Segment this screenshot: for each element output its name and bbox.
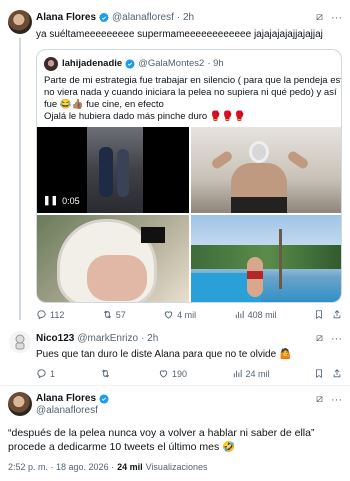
share-group xyxy=(314,309,342,320)
retweet-icon xyxy=(101,369,109,378)
verified-icon xyxy=(99,394,109,404)
quote-text: Parte de mi estrategia fue trabajar en s… xyxy=(44,75,342,123)
media-photo-gym[interactable] xyxy=(191,127,341,213)
reply-button[interactable]: 1 xyxy=(36,368,55,379)
like-button[interactable]: 4 mil xyxy=(163,309,196,320)
retweet-count: 57 xyxy=(115,309,126,320)
tweet-header: Alana Flores @alanafloresf · 2h xyxy=(36,12,194,23)
more-icon[interactable]: ··· xyxy=(331,394,342,406)
media-video[interactable]: ❚❚ 0:05 xyxy=(37,127,189,213)
heart-icon xyxy=(164,311,173,319)
avatar[interactable] xyxy=(9,331,31,353)
tweet-text: ya suéltameeeeeeeee supermameeeeeeeeeeee… xyxy=(36,29,323,40)
views-count: 24 mil xyxy=(117,462,143,472)
tweet-text-line: procede a dedicarme 10 tweets el último … xyxy=(8,441,236,453)
tweet-actions: 1 190 24 mil xyxy=(36,368,342,379)
media-photo-pool[interactable] xyxy=(191,215,341,302)
tweet-text: Pues que tan duro le diste Alana para qu… xyxy=(36,349,292,360)
reply-button[interactable]: 112 xyxy=(36,309,64,320)
header-actions: ⧄ ··· xyxy=(316,393,342,406)
tweet-time[interactable]: · 2h xyxy=(177,12,194,23)
verified-icon xyxy=(99,12,109,22)
like-button[interactable]: 190 xyxy=(158,368,187,379)
quote-text-line: fue 😂👍🏽 fue cine, en efecto xyxy=(44,99,164,110)
bookmark-icon[interactable] xyxy=(314,368,324,379)
quoted-tweet[interactable]: lahijadenadie @GalaMontes2 · 9h Parte de… xyxy=(36,49,342,303)
author-name[interactable]: Nico123 xyxy=(36,333,74,344)
more-icon[interactable]: ··· xyxy=(331,333,342,345)
divider xyxy=(0,385,350,386)
reply-icon xyxy=(37,310,46,320)
retweet-button[interactable]: 57 xyxy=(102,309,126,320)
reply-icon xyxy=(37,369,46,379)
author-name[interactable]: Alana Flores xyxy=(36,12,96,23)
views-label: Visualizaciones xyxy=(145,462,208,472)
tweet-time[interactable]: · 2h xyxy=(141,333,158,344)
avatar[interactable] xyxy=(8,392,32,416)
share-icon[interactable] xyxy=(332,368,342,379)
like-count: 4 mil xyxy=(177,309,197,320)
timestamp[interactable]: 2:52 p. m. · 18 ago. 2026 · xyxy=(8,462,114,472)
tweet-text-line: “después de la pelea nunca voy a volver … xyxy=(8,427,315,439)
quote-avatar[interactable] xyxy=(44,57,58,71)
author-handle[interactable]: @alanafloresf xyxy=(112,12,174,23)
retweet-icon xyxy=(103,310,111,319)
video-time: 0:05 xyxy=(62,195,80,206)
share-icon[interactable] xyxy=(332,309,342,320)
tweet-text: “después de la pelea nunca voy a volver … xyxy=(8,426,314,454)
views-button[interactable]: 24 mil xyxy=(232,368,270,379)
quote-text-line: Parte de mi estrategia fue trabajar en s… xyxy=(44,75,342,86)
header-actions: ⧄ ··· xyxy=(316,332,342,345)
grok-icon[interactable]: ⧄ xyxy=(316,393,323,406)
quote-author-handle: @GalaMontes2 xyxy=(138,58,205,69)
views-icon xyxy=(235,310,244,319)
reply-count: 1 xyxy=(50,368,56,379)
view-count: 408 mil xyxy=(247,309,277,320)
tweet-header: Nico123 @markEnrizo · 2h xyxy=(36,333,158,344)
grok-icon[interactable]: ⧄ xyxy=(316,332,323,345)
grok-icon[interactable]: ⧄ xyxy=(316,11,323,24)
view-count: 24 mil xyxy=(245,368,270,379)
quote-header: lahijadenadie @GalaMontes2 · 9h xyxy=(62,58,224,69)
thread-line xyxy=(19,38,21,320)
author-handle[interactable]: @markEnrizo xyxy=(77,333,138,344)
retweet-button[interactable] xyxy=(100,368,114,379)
quote-text-line: no viera nada y cuando iniciara la pelea… xyxy=(44,87,337,98)
more-icon[interactable]: ··· xyxy=(331,12,342,24)
quote-time: · 9h xyxy=(207,58,224,69)
video-controls: ❚❚ 0:05 xyxy=(43,195,80,206)
heart-icon xyxy=(159,370,168,378)
quote-author-name: lahijadenadie xyxy=(62,58,123,69)
verified-icon xyxy=(125,58,135,69)
tweet-header: Alana Flores @alanafloresf xyxy=(36,393,109,417)
share-group xyxy=(314,368,342,379)
quote-text-line: Ojalá le hubiera dado más pinche duro 🥊🥊… xyxy=(44,111,246,122)
pause-icon[interactable]: ❚❚ xyxy=(43,195,58,206)
author-handle[interactable]: @alanafloresf xyxy=(36,405,109,417)
views-button[interactable]: 408 mil xyxy=(234,309,277,320)
tweet-actions: 112 57 4 mil 408 mil xyxy=(36,309,342,320)
media-photo-headgear[interactable] xyxy=(37,215,189,302)
tweet-meta: 2:52 p. m. · 18 ago. 2026 · 24 mil Visua… xyxy=(8,462,207,472)
header-actions: ⧄ ··· xyxy=(316,11,342,24)
astronaut-icon xyxy=(15,334,25,350)
views-icon xyxy=(233,369,242,378)
avatar[interactable] xyxy=(8,10,32,34)
bookmark-icon[interactable] xyxy=(314,309,324,320)
like-count: 190 xyxy=(171,368,188,379)
author-name[interactable]: Alana Flores xyxy=(36,393,96,405)
reply-count: 112 xyxy=(50,309,65,320)
